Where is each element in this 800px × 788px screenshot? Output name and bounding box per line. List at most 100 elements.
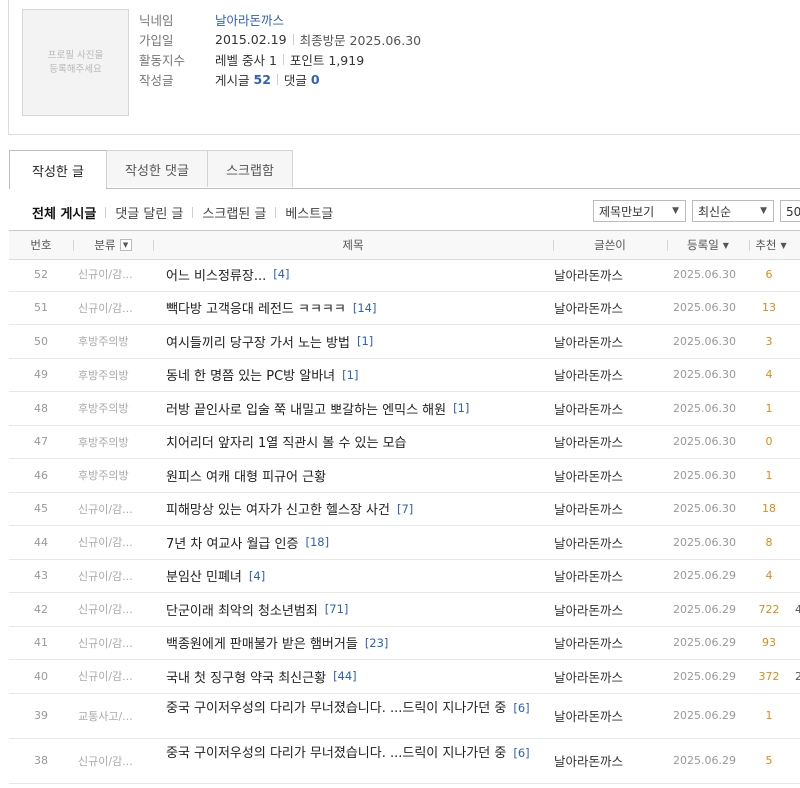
post-title[interactable]: 피해망상 있는 여자가 신고한 헬스장 사건 — [166, 499, 390, 518]
comment-count[interactable]: [1] — [342, 368, 358, 382]
post-title[interactable]: 원피스 여캐 대형 피규어 근황 — [166, 466, 326, 485]
post-title-link[interactable]: 빽다방 고객응대 레전드 ㅋㅋㅋㅋ [14] — [166, 292, 546, 325]
table-row[interactable]: 50 후방주의방 여시들끼리 당구장 가서 노는 방법 [1] 날아라돈까스 2025.0… — [9, 325, 800, 359]
post-category[interactable]: 교통사고/... — [73, 694, 158, 738]
post-author[interactable]: 날아라돈까스 — [554, 292, 664, 325]
post-title[interactable]: 어느 비스정류장... — [166, 265, 266, 284]
post-count[interactable]: 52 — [254, 72, 271, 87]
comment-count[interactable]: [7] — [397, 502, 413, 516]
post-title-link[interactable]: 분임산 민폐녀 [4] — [166, 560, 546, 593]
table-row[interactable]: 39 교통사고/... 중국 구이저우성의 다리가 무너졌습니다. ...드릭이 지… — [9, 694, 800, 739]
post-category[interactable]: 신규이/감... — [73, 739, 158, 783]
post-title[interactable]: 러방 끝인사로 입술 쭉 내밀고 뽀갈하는 엔믹스 해원 — [166, 399, 446, 418]
post-category[interactable]: 후방주의방 — [73, 325, 158, 358]
post-title-link[interactable]: 원피스 여캐 대형 피규어 근황 — [166, 459, 546, 492]
post-title-link[interactable]: 국내 첫 징구형 약국 최신근황 [44] — [166, 660, 546, 693]
post-title[interactable]: 중국 구이저우성의 다리가 무너졌습니다. ...드릭이 지나가던 중 — [166, 746, 506, 761]
post-category[interactable]: 신규이/감... — [73, 526, 158, 559]
comment-count[interactable]: [6] — [513, 746, 529, 760]
comment-count[interactable]: [44] — [333, 669, 357, 683]
post-author[interactable]: 날아라돈까스 — [554, 426, 664, 459]
post-title-link[interactable]: 백종원에게 판매불가 받은 햄버거들 [23] — [166, 627, 546, 660]
chevron-down-icon[interactable]: ▼ — [119, 239, 132, 251]
filter-best-posts[interactable]: 베스트글 — [285, 203, 333, 222]
post-author[interactable]: 날아라돈까스 — [554, 392, 664, 425]
post-title[interactable]: 동네 한 명쯤 있는 PC방 알바녀 — [166, 365, 335, 384]
comment-count[interactable]: [23] — [365, 636, 389, 650]
post-title[interactable]: 빽다방 고객응대 레전드 ㅋㅋㅋㅋ — [166, 298, 346, 317]
post-author[interactable]: 날아라돈까스 — [554, 258, 664, 291]
post-title-link[interactable]: 여시들끼리 당구장 가서 노는 방법 [1] — [166, 325, 546, 358]
table-row[interactable]: 47 후방주의방 치어리더 앞자리 1열 직관시 볼 수 있는 모습 날아라돈까스 20… — [9, 426, 800, 459]
post-author[interactable]: 날아라돈까스 — [554, 359, 664, 392]
post-category[interactable]: 신규이/감... — [73, 258, 158, 291]
post-title-link[interactable]: 피해망상 있는 여자가 신고한 헬스장 사건 [7] — [166, 493, 546, 526]
comment-count[interactable]: [1] — [357, 334, 373, 348]
post-title[interactable]: 여시들끼리 당구장 가서 노는 방법 — [166, 332, 350, 351]
table-row[interactable]: 52 신규이/감... 어느 비스정류장... [4] 날아라돈까스 2025.06.30… — [9, 258, 800, 292]
comment-count[interactable]: [4] — [273, 267, 289, 281]
post-title[interactable]: 7년 차 여교사 월급 인증 — [166, 533, 298, 552]
post-author[interactable]: 날아라돈까스 — [554, 739, 664, 783]
post-category[interactable]: 신규이/감... — [73, 292, 158, 325]
post-title[interactable]: 단군이래 최악의 청소년범죄 — [166, 600, 318, 619]
post-title[interactable]: 백종원에게 판매불가 받은 햄버거들 — [166, 633, 358, 652]
post-author[interactable]: 날아라돈까스 — [554, 593, 664, 626]
post-category[interactable]: 신규이/감... — [73, 660, 158, 693]
comment-count[interactable]: [18] — [305, 535, 329, 549]
post-author[interactable]: 날아라돈까스 — [554, 526, 664, 559]
post-title-link[interactable]: 러방 끝인사로 입술 쭉 내밀고 뽀갈하는 엔믹스 해원 [1] — [166, 392, 546, 425]
table-row[interactable]: 49 후방주의방 동네 한 명쯤 있는 PC방 알바녀 [1] 날아라돈까스 2025.0… — [9, 359, 800, 392]
filter-scrapped-posts[interactable]: 스크랩된 글 — [202, 203, 266, 222]
post-category[interactable]: 후방주의방 — [73, 459, 158, 492]
post-author[interactable]: 날아라돈까스 — [554, 627, 664, 660]
post-author[interactable]: 날아라돈까스 — [554, 325, 664, 358]
table-row[interactable]: 38 신규이/감... 중국 구이저우성의 다리가 무너졌습니다. ...드릭이 지… — [9, 739, 800, 784]
sort-select[interactable]: 최신순 ▼ — [692, 200, 774, 222]
post-category[interactable]: 신규이/감... — [73, 493, 158, 526]
post-author[interactable]: 날아라돈까스 — [554, 660, 664, 693]
table-row[interactable]: 40 신규이/감... 국내 첫 징구형 약국 최신근황 [44] 날아라돈까스 2025… — [9, 660, 800, 694]
post-title-link[interactable]: 동네 한 명쯤 있는 PC방 알바녀 [1] — [166, 359, 546, 392]
post-title-link[interactable]: 7년 차 여교사 월급 인증 [18] — [166, 526, 546, 559]
table-row[interactable]: 48 후방주의방 러방 끝인사로 입술 쭉 내밀고 뽀갈하는 엔믹스 해원 [1] 날아… — [9, 392, 800, 426]
filter-commented-posts[interactable]: 댓글 달린 글 — [115, 203, 183, 222]
table-row[interactable]: 46 후방주의방 원피스 여캐 대형 피규어 근황 날아라돈까스 2025.06.30 1 — [9, 459, 800, 493]
post-title-link[interactable]: 치어리더 앞자리 1열 직관시 볼 수 있는 모습 — [166, 426, 546, 459]
header-category[interactable]: 분류 ▼ — [73, 231, 153, 259]
post-title[interactable]: 중국 구이저우성의 다리가 무너졌습니다. ...드릭이 지나가던 중 — [166, 701, 506, 716]
tab-written-comments[interactable]: 작성한 댓글 — [106, 150, 208, 187]
header-date[interactable]: 등록일 ▼ — [667, 231, 749, 259]
comment-count[interactable]: 0 — [311, 72, 320, 87]
post-title[interactable]: 국내 첫 징구형 약국 최신근황 — [166, 667, 326, 686]
filter-all-posts[interactable]: 전체 게시글 — [32, 203, 96, 222]
post-title-link[interactable]: 어느 비스정류장... [4] — [166, 258, 546, 291]
post-author[interactable]: 날아라돈까스 — [554, 493, 664, 526]
table-row[interactable]: 44 신규이/감... 7년 차 여교사 월급 인증 [18] 날아라돈까스 2025.0… — [9, 526, 800, 560]
post-author[interactable]: 날아라돈까스 — [554, 459, 664, 492]
header-reco[interactable]: 추천 ▼ — [749, 231, 793, 259]
page-size-select[interactable]: 50개 — [780, 200, 800, 222]
nickname-link[interactable]: 날아라돈까스 — [215, 10, 284, 29]
post-category[interactable]: 후방주의방 — [73, 426, 158, 459]
post-title[interactable]: 치어리더 앞자리 1열 직관시 볼 수 있는 모습 — [166, 432, 407, 451]
post-author[interactable]: 날아라돈까스 — [554, 694, 664, 738]
table-row[interactable]: 45 신규이/감... 피해망상 있는 여자가 신고한 헬스장 사건 [7] 날아라돈까… — [9, 493, 800, 526]
view-mode-select[interactable]: 제목만보기 ▼ — [593, 200, 686, 222]
table-row[interactable]: 41 신규이/감... 백종원에게 판매불가 받은 햄버거들 [23] 날아라돈까스 20… — [9, 627, 800, 660]
post-category[interactable]: 후방주의방 — [73, 359, 158, 392]
post-author[interactable]: 날아라돈까스 — [554, 560, 664, 593]
tab-written-posts[interactable]: 작성한 글 — [9, 150, 107, 189]
post-category[interactable]: 신규이/감... — [73, 593, 158, 626]
post-category[interactable]: 후방주의방 — [73, 392, 158, 425]
comment-count[interactable]: [4] — [249, 569, 265, 583]
post-category[interactable]: 신규이/감... — [73, 627, 158, 660]
table-row[interactable]: 51 신규이/감... 빽다방 고객응대 레전드 ㅋㅋㅋㅋ [14] 날아라돈까스 202… — [9, 292, 800, 325]
comment-count[interactable]: [71] — [325, 602, 349, 616]
avatar[interactable]: 프로필 사진을 등록해주세요 — [22, 9, 129, 116]
comment-count[interactable]: [1] — [453, 401, 469, 415]
post-title-link[interactable]: 단군이래 최악의 청소년범죄 [71] — [166, 593, 546, 626]
post-title[interactable]: 분임산 민폐녀 — [166, 566, 242, 585]
table-row[interactable]: 42 신규이/감... 단군이래 최악의 청소년범죄 [71] 날아라돈까스 2025.0… — [9, 593, 800, 627]
post-category[interactable]: 신규이/감... — [73, 560, 158, 593]
